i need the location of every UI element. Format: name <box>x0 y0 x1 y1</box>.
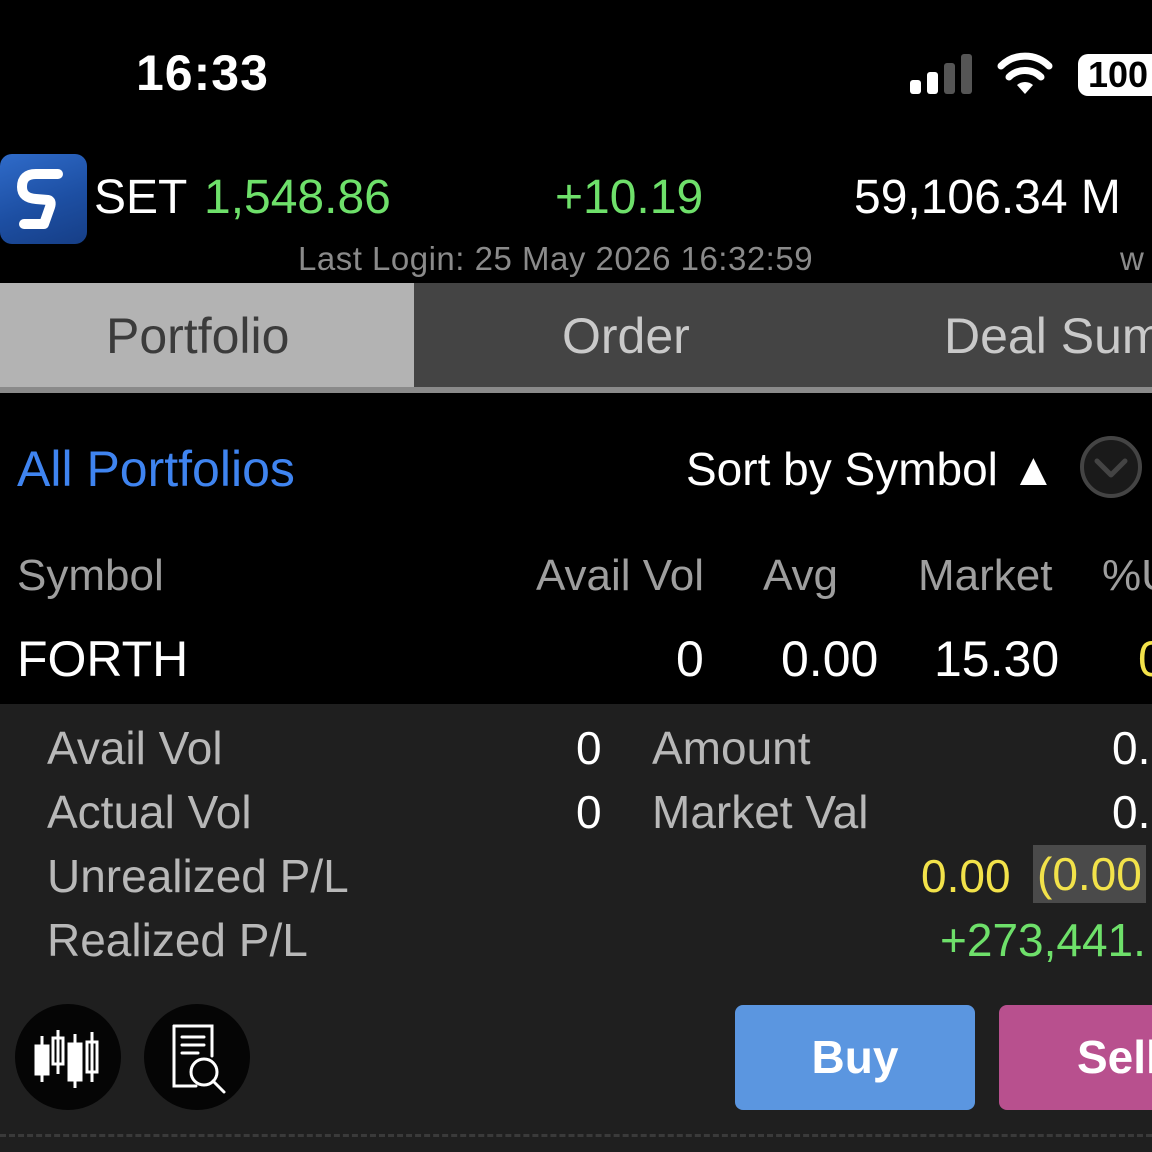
document-search-icon[interactable] <box>144 1004 250 1110</box>
tab-order[interactable]: Order <box>562 307 690 365</box>
detail-unrealized: 0.00 <box>921 850 1011 902</box>
wifi-icon <box>996 50 1054 96</box>
last-login-text: Last Login: 25 May 2026 16:32:59 <box>298 240 814 277</box>
column-header-symbol[interactable]: Symbol <box>17 551 164 601</box>
tab-deal-summary[interactable]: Deal Sum <box>944 307 1152 365</box>
detail-unrealized-label: Unrealized P/L <box>47 850 349 902</box>
detail-avail-vol-label: Avail Vol <box>47 722 223 774</box>
row-pct-unrealized: 0 <box>1138 631 1152 687</box>
row-symbol: FORTH <box>17 631 189 687</box>
detail-unrealized-pct-badge: (0.00 <box>1033 845 1146 903</box>
row-avail-vol: 0 <box>676 631 704 687</box>
index-change: +10.19 <box>555 171 704 224</box>
cellular-signal-icon <box>910 54 976 94</box>
chevron-down-icon[interactable] <box>1080 436 1142 498</box>
detail-actual-vol-label: Actual Vol <box>47 786 252 838</box>
divider <box>0 1134 1152 1137</box>
row-avg: 0.00 <box>781 631 879 687</box>
last-login-tail: w <box>1120 240 1144 277</box>
sort-button[interactable]: Sort by Symbol ▲ <box>686 442 1056 496</box>
detail-amount-label: Amount <box>652 722 811 774</box>
detail-avail-vol: 0 <box>576 722 602 774</box>
detail-realized: +273,441. <box>940 914 1146 966</box>
detail-market-val-label: Market Val <box>652 786 869 838</box>
portfolio-selector-link[interactable]: All Portfolios <box>17 440 295 498</box>
detail-realized-label: Realized P/L <box>47 914 308 966</box>
index-volume: 59,106.34 M <box>854 171 1121 224</box>
tab-underline <box>0 387 1152 393</box>
app-logo-icon[interactable] <box>0 154 87 244</box>
column-header-market[interactable]: Market <box>918 551 1052 601</box>
battery-indicator: 100 <box>1078 54 1152 96</box>
index-name: SET <box>94 171 188 224</box>
column-header-avg[interactable]: Avg <box>763 551 838 601</box>
detail-market-val: 0. <box>1112 786 1151 838</box>
buy-button[interactable]: Buy <box>735 1005 975 1110</box>
candlestick-chart-icon[interactable] <box>15 1004 121 1110</box>
detail-actual-vol: 0 <box>576 786 602 838</box>
column-header-avail-vol[interactable]: Avail Vol <box>536 551 704 601</box>
detail-unrealized-pct: (0.00 <box>1037 848 1142 900</box>
detail-amount: 0. <box>1112 722 1151 774</box>
sell-button[interactable]: Sell <box>999 1005 1152 1110</box>
status-time: 16:33 <box>136 45 269 101</box>
column-header-pct-unrealized[interactable]: %U <box>1102 551 1152 601</box>
index-value: 1,548.86 <box>204 171 391 224</box>
row-market: 15.30 <box>934 631 1060 687</box>
tab-portfolio[interactable]: Portfolio <box>106 307 289 365</box>
